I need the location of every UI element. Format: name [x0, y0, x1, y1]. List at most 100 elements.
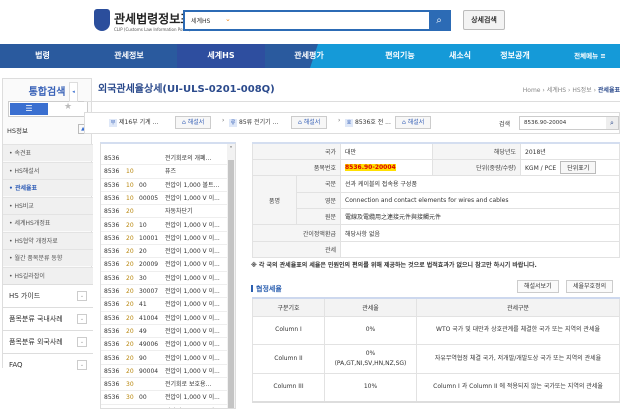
list-view-icon[interactable]: ☰ — [10, 103, 48, 115]
name-english: Connection and contact elements for wire… — [340, 191, 620, 210]
hs-list-cell: 8536 — [104, 261, 120, 269]
hs-list-cell: 20 — [126, 288, 134, 295]
hs-list-row[interactable]: 8536 20 49 전압이 1,000 V 이... — [101, 325, 229, 339]
hs-list-cell: 30007 — [139, 288, 159, 295]
hs-list-row[interactable]: 8536 10 00005 전압이 1,000 V 이... — [101, 192, 229, 206]
hs-list-cell: 8536 — [104, 208, 120, 216]
hs-list-row[interactable]: 8536 20 10 전압이 1,000 V 이... — [101, 219, 229, 232]
hs-list-cell: 전압이 1,000 V 이... — [165, 221, 220, 229]
hs-list-row[interactable]: 8536 10 퓨즈 — [101, 165, 229, 179]
portal-logo[interactable]: 관세법령정보포털 CLIP (Customs Law Information P… — [94, 8, 202, 34]
hs-list-row[interactable]: 8536 20 20 전압이 1,000 V 이... — [101, 245, 229, 259]
hs-list-row[interactable]: 8536 20 41004 전압이 1,000 V 이... — [101, 312, 229, 325]
hs-list-cell: 자동차단기 — [165, 208, 193, 216]
hs-list-cell: 00 — [139, 181, 147, 189]
hs-list-row[interactable]: 8536 20 90004 전압이 1,000 V 이... — [101, 365, 229, 379]
hs-list-cell: 전압이 1,000 V 이... — [165, 354, 220, 362]
scrollbar[interactable]: ˄ — [227, 144, 235, 408]
view-explanation-button[interactable]: 해설서보기 — [517, 280, 559, 293]
sidebar-item[interactable]: • 속견표 — [3, 144, 93, 161]
table-row: Column II 0% (PA,GT,NI,SV,HN,NZ,SG) 자유무역협정… — [252, 344, 620, 374]
section-chip[interactable]: 부 제16부 기계 ... — [109, 117, 158, 127]
hs-list-cell: 20 — [126, 274, 134, 282]
hs-list-row[interactable]: 8536 20 41 전압이 1,000 V 이... — [101, 298, 229, 312]
unit-notation-button[interactable]: 단위표기 — [560, 161, 597, 175]
rate-symbol-definition-button[interactable]: 세율부호정의 — [566, 280, 614, 293]
hs-list-cell: 8536 — [104, 301, 120, 309]
code-search-input[interactable]: 8536.90-20004 ⌕ — [519, 116, 619, 130]
sidebar-tabs: ☰ ★ — [8, 101, 88, 117]
hs-list-cell: 20 — [126, 301, 134, 309]
sidebar-group[interactable]: 품목분류 외국사례 ⌄ — [3, 330, 93, 353]
logo-subtitle: CLIP (Customs Law Information Portal) — [114, 27, 191, 32]
hs-list-row[interactable]: 8536 20 30 전압이 1,000 V 이... — [101, 272, 229, 285]
nav-convenience[interactable]: 편의기능 — [370, 44, 430, 68]
sidebar-collapse-icon[interactable]: ◂ — [69, 82, 78, 102]
chevron-down-icon[interactable]: ⌄ — [225, 15, 231, 23]
chevron-down-icon: ⌄ — [77, 360, 87, 370]
sidebar-section-hs-info[interactable]: HS정보 — [7, 125, 28, 135]
hs-list-row[interactable]: 8536 30 00 전압이 1,000 V 이... — [101, 391, 229, 405]
sidebar-item[interactable]: • 월간 품목분류 동향 — [3, 249, 93, 266]
hs-list-cell: 20 — [126, 327, 134, 335]
hs-list-cell: 90 — [139, 354, 147, 362]
customs-shield-icon — [94, 9, 110, 31]
nav-customs-info[interactable]: 관세정보 — [85, 44, 173, 68]
search-icon[interactable]: ⌕ — [606, 117, 618, 129]
refund-value: 해당사항 없음 — [340, 224, 620, 242]
hs-list-row[interactable]: 8536 30 전기회로 보호용... — [101, 378, 229, 392]
hs-list-cell: 20 — [126, 221, 134, 229]
explain-button[interactable]: ⌂ 해설서 — [395, 116, 432, 129]
hs-list-cell: 20 — [126, 314, 134, 322]
hs-list-row[interactable]: 8536 20 20009 전압이 1,000 V 이... — [101, 258, 229, 272]
heading-chip[interactable]: 호 8536호 전 ... — [345, 117, 391, 127]
nav-news[interactable]: 새소식 — [435, 44, 485, 68]
hs-list-cell: 00001 — [139, 405, 158, 409]
hs-list-row[interactable]: 8536 30 00001 전압이 1,000 V 이... — [101, 405, 229, 409]
hs-list-cell: 8536 — [104, 288, 120, 295]
search-button[interactable]: ⌕ — [429, 12, 449, 29]
sidebar-item[interactable]: • HS해설서 — [3, 161, 93, 179]
sidebar-item-active[interactable]: • 관세율표 — [3, 179, 93, 196]
nav-disclosure[interactable]: 정보공개 — [485, 44, 545, 68]
sidebar-item[interactable]: • 세계HS개정표 — [3, 214, 93, 231]
hs-list-cell: 20 — [139, 248, 147, 256]
hs-list-cell: 전압이 1,000 V 이... — [165, 367, 220, 375]
sidebar-item[interactable]: • HS비교 — [3, 196, 93, 214]
advanced-search-button[interactable]: 상세검색 — [463, 10, 505, 30]
nav-all-menu[interactable]: 전체메뉴 ≡ — [560, 44, 620, 68]
hs-list-cell: 8536 — [104, 248, 120, 256]
global-search: 세계HS ⌄ ⌕ — [183, 10, 451, 31]
table-row: Column I 0% WTO 국가 및 대만과 상호관계를 체결한 국가 또는 지… — [252, 315, 620, 345]
hs-list-cell: 8536 — [104, 155, 120, 162]
hs-list-cell: 전압이 1,000 V 이... — [165, 341, 220, 349]
hs-list-cell: 8536 — [104, 181, 120, 189]
hs-list-row[interactable]: 8536 20 10001 전압이 1,000 V 이... — [101, 232, 229, 246]
hs-list-cell: 90004 — [139, 367, 159, 375]
sidebar-item[interactable]: • HS길라잡이 — [3, 266, 93, 284]
hs-list-row[interactable]: 8536 전기회로의 개폐... — [101, 152, 229, 166]
chapter-chip[interactable]: 류 85류 전기기 ... — [229, 117, 278, 127]
hs-list-cell: 전압이 1,000 V 이... — [165, 248, 220, 256]
hs-list-row[interactable]: 8536 20 자동차단기 — [101, 205, 229, 219]
hs-list-row[interactable]: 8536 20 49006 전압이 1,000 V 이... — [101, 338, 229, 352]
hs-list-cell: 8536 — [104, 168, 120, 176]
sidebar-group[interactable]: HS 가이드 ⌄ — [3, 284, 93, 307]
sidebar-item[interactable]: • HS협약 개정자료 — [3, 231, 93, 249]
nav-valuation[interactable]: 관세평가 — [265, 44, 353, 68]
item-code-value: 8536.90-20004 — [345, 164, 396, 172]
sidebar-group[interactable]: FAQ ⌄ — [3, 353, 93, 376]
nav-world-hs[interactable]: 세계HS — [177, 44, 265, 68]
table-row: Column III 10% Column I 과 Column II 에 적용되지… — [252, 372, 620, 402]
hs-list-row[interactable]: 8536 10 00 전압이 1,000 볼트... — [101, 179, 229, 192]
sidebar-group[interactable]: 품목분류 국내사례 ⌄ — [3, 307, 93, 330]
star-icon[interactable]: ★ — [49, 102, 87, 116]
hs-list-row[interactable]: 8536 20 30007 전압이 1,000 V 이... — [101, 285, 229, 299]
explain-button[interactable]: ⌂ 해설서 — [175, 116, 212, 129]
nav-laws[interactable]: 법령 — [0, 44, 85, 68]
hs-list-cell: 20009 — [139, 261, 159, 269]
search-scope-select[interactable]: 세계HS — [191, 16, 210, 25]
hs-list-cell: 30 — [126, 394, 134, 402]
hs-list-row[interactable]: 8536 20 90 전압이 1,000 V 이... — [101, 352, 229, 365]
explain-button[interactable]: ⌂ 해설서 — [291, 116, 328, 129]
